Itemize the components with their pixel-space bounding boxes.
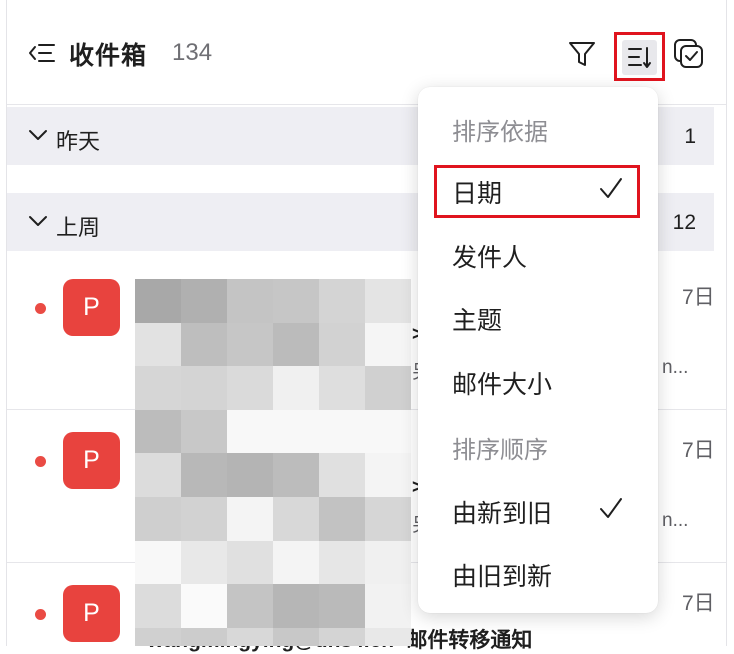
order-option-newest-first[interactable]: 由新到旧: [418, 480, 658, 542]
right-border: [726, 0, 727, 646]
checkmark-icon: [598, 496, 624, 522]
sort-option-date[interactable]: 日期: [418, 160, 658, 222]
sort-option-sender[interactable]: 发件人: [418, 224, 658, 286]
sort-option-size[interactable]: 邮件大小: [418, 351, 658, 413]
avatar: P: [63, 432, 120, 489]
sort-option-subject[interactable]: 主题: [418, 287, 658, 349]
sort-option-label: 邮件大小: [452, 371, 553, 399]
avatar: P: [63, 279, 120, 336]
group-label: 上周: [56, 215, 101, 240]
order-option-label: 由新到旧: [452, 500, 553, 528]
message-count: 134: [172, 39, 213, 66]
sort-menu: 排序依据 日期 发件人 主题 邮件大小 排序顺序 由新到旧 由旧到新: [418, 87, 658, 613]
filter-funnel-icon[interactable]: [567, 38, 597, 70]
chevron-down-icon: [27, 212, 49, 230]
preview-fragment-tail: n...: [662, 357, 689, 378]
mail-date: 7日: [682, 439, 715, 462]
unread-dot: [35, 456, 46, 467]
sort-option-label: 主题: [452, 307, 503, 335]
unread-dot: [35, 609, 46, 620]
multi-select-icon[interactable]: [672, 37, 706, 71]
order-option-label: 由旧到新: [452, 563, 553, 591]
sort-by-heading: 排序依据: [452, 119, 548, 146]
checkmark-icon: [598, 176, 624, 202]
group-label: 昨天: [56, 129, 101, 154]
unread-dot: [35, 303, 46, 314]
page-title: 收件箱: [69, 42, 148, 70]
preview-fragment-tail: n...: [662, 510, 689, 531]
redacted-mosaic: [135, 279, 411, 646]
collapse-list-icon[interactable]: [27, 40, 57, 66]
sort-option-label: 日期: [452, 180, 503, 208]
mail-date: 7日: [682, 286, 715, 309]
sort-option-label: 发件人: [452, 244, 528, 272]
order-option-oldest-first[interactable]: 由旧到新: [418, 543, 658, 605]
group-count: 1: [684, 125, 696, 148]
sort-order-heading: 排序顺序: [452, 437, 548, 464]
mail-date: 7日: [682, 592, 715, 615]
sort-button[interactable]: [614, 32, 665, 81]
mail-window: 收件箱 134 昨天 1 上周 12 P 7日 n... P 7日 n... P…: [0, 0, 734, 652]
chevron-down-icon: [27, 126, 49, 144]
group-count: 12: [672, 211, 696, 234]
avatar: P: [63, 585, 120, 642]
sort-icon: [622, 40, 657, 75]
